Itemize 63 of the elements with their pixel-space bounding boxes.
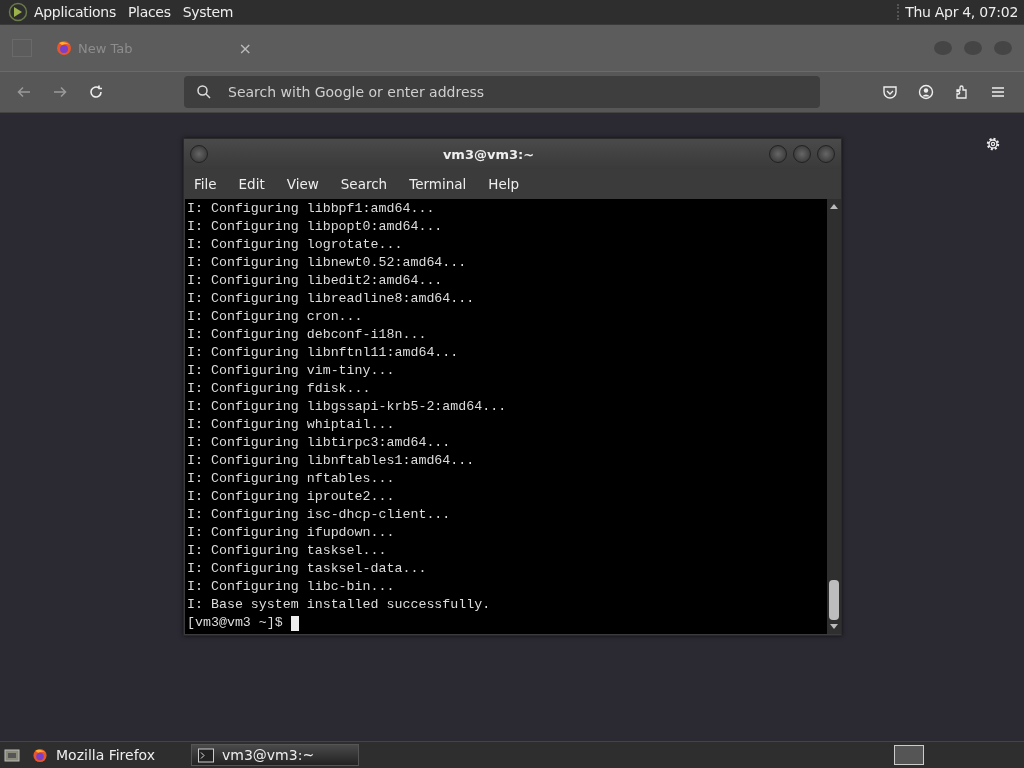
- back-icon[interactable]: [16, 84, 32, 100]
- firefox-icon: [56, 40, 72, 56]
- terminal-line: I: Configuring fdisk...: [187, 380, 372, 398]
- minimize-button[interactable]: [769, 145, 787, 163]
- forward-icon[interactable]: [52, 84, 68, 100]
- account-icon[interactable]: [918, 84, 934, 100]
- scrollbar-thumb[interactable]: [829, 580, 839, 620]
- terminal-line: I: Configuring cron...: [187, 308, 364, 326]
- panel-menu[interactable]: System: [182, 4, 234, 20]
- terminal-line: I: Configuring whiptail...: [187, 416, 396, 434]
- extensions-icon[interactable]: [954, 84, 970, 100]
- terminal-line: I: Configuring libedit2:amd64...: [187, 272, 444, 290]
- terminal-icon: [198, 747, 214, 763]
- menu-item[interactable]: Help: [488, 176, 529, 192]
- terminal-line: I: Base system installed successfully.: [187, 596, 492, 614]
- menu-item[interactable]: File: [194, 176, 226, 192]
- logo-icon[interactable]: [8, 2, 28, 22]
- reload-icon[interactable]: [88, 84, 104, 100]
- panel-menu[interactable]: Places: [127, 4, 171, 20]
- terminal-line: I: Configuring libreadline8:amd64...: [187, 290, 476, 308]
- window-menu-button[interactable]: [190, 145, 208, 163]
- show-desktop-icon[interactable]: [4, 748, 20, 762]
- scroll-up-arrow-icon[interactable]: [830, 203, 838, 209]
- maximize-button[interactable]: [793, 145, 811, 163]
- close-button[interactable]: [817, 145, 835, 163]
- terminal-line: I: Configuring libc-bin...: [187, 578, 396, 596]
- terminal-line: I: Configuring debconf-i18n...: [187, 326, 428, 344]
- panel-menu[interactable]: Applications: [34, 4, 116, 20]
- address-bar[interactable]: Search with Google or enter address: [184, 76, 820, 108]
- shell-prompt: [vm3@vm3 ~]$: [187, 614, 283, 632]
- terminal-line: I: Configuring libnftnl11:amd64...: [187, 344, 460, 362]
- menu-icon[interactable]: [990, 84, 1006, 100]
- terminal-line: I: Configuring libnftables1:amd64...: [187, 452, 476, 470]
- terminal-line: I: Configuring nftables...: [187, 470, 396, 488]
- scrollbar[interactable]: [827, 199, 841, 634]
- text-cursor: [290, 615, 299, 631]
- terminal-line: I: Configuring libtirpc3:amd64...: [187, 434, 452, 452]
- terminal-line: I: Configuring tasksel...: [187, 542, 388, 560]
- terminal-line: I: Configuring vim-tiny...: [187, 362, 396, 380]
- clock[interactable]: Thu Apr 4, 07:02: [897, 4, 1018, 20]
- search-icon: [196, 84, 212, 100]
- terminal-line: I: Configuring iproute2...: [187, 488, 396, 506]
- taskbar-item[interactable]: vm3@vm3:~: [191, 744, 359, 766]
- pocket-icon[interactable]: [882, 84, 898, 100]
- terminal-line: I: Configuring ifupdown...: [187, 524, 396, 542]
- settings-icon[interactable]: [985, 136, 1001, 152]
- terminal-line: I: Configuring logrotate...: [187, 236, 404, 254]
- terminal-line: I: Configuring tasksel-data...: [187, 560, 428, 578]
- firefox-icon: [32, 747, 48, 763]
- scroll-down-arrow-icon[interactable]: [830, 624, 838, 630]
- menu-item[interactable]: Search: [340, 176, 397, 192]
- terminal-line: I: Configuring isc-dhcp-client...: [187, 506, 452, 524]
- window-title: vm3@vm3:~: [441, 146, 536, 162]
- taskbar-item[interactable]: Mozilla Firefox: [26, 744, 181, 766]
- close-tab-button[interactable]: ×: [238, 38, 252, 58]
- terminal-line: I: Configuring libpopt0:amd64...: [187, 218, 444, 236]
- terminal-line: I: Configuring libbpf1:amd64...: [187, 200, 436, 218]
- terminal-line: I: Configuring libgssapi-krb5-2:amd64...: [187, 398, 508, 416]
- menu-item[interactable]: View: [286, 176, 328, 192]
- workspace-switcher[interactable]: [894, 745, 924, 765]
- terminal-line: I: Configuring libnewt0.52:amd64...: [187, 254, 468, 272]
- menu-item[interactable]: Edit: [238, 176, 274, 192]
- menu-item[interactable]: Terminal: [409, 176, 476, 192]
